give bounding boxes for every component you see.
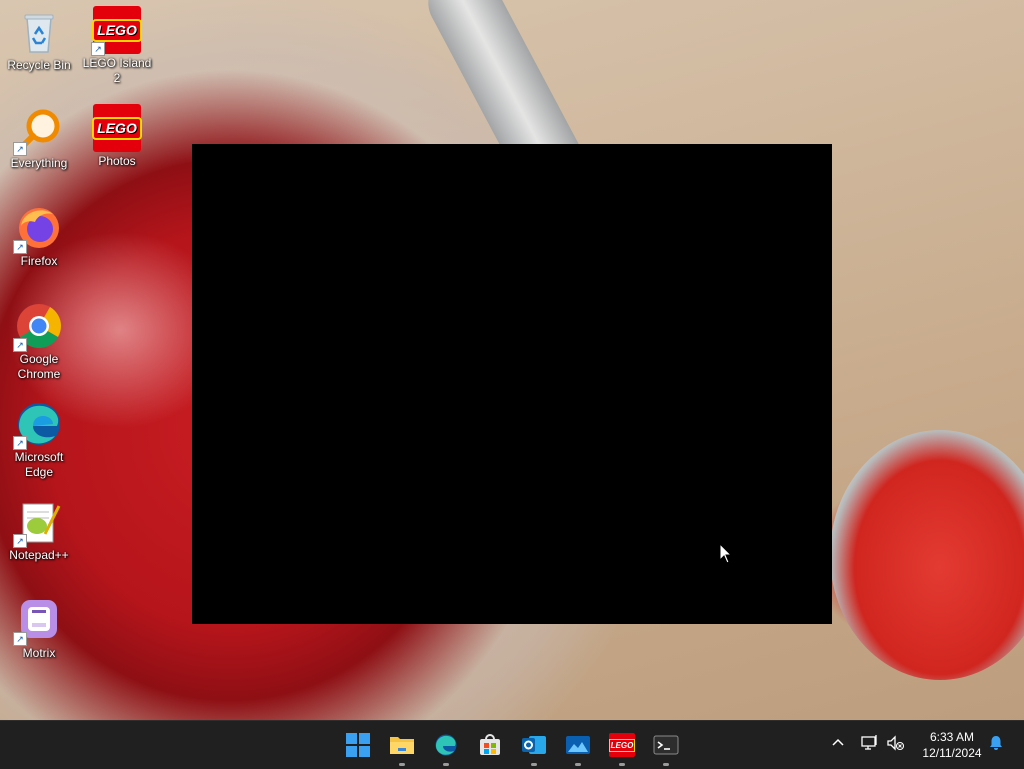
show-hidden-icons-chevron-up-icon[interactable] — [828, 735, 848, 755]
desktop-icon-label: Everything — [10, 156, 68, 170]
notepadpp-icon: ↗ — [13, 498, 63, 548]
desktop-icon-everything[interactable]: ↗ Everything — [2, 106, 76, 171]
shortcut-arrow-icon: ↗ — [13, 534, 27, 548]
running-indicator — [575, 763, 581, 766]
notification-bell-icon[interactable] — [986, 735, 1006, 755]
edge-icon — [435, 734, 457, 756]
taskbar-start-button[interactable] — [342, 729, 374, 761]
running-indicator — [663, 763, 669, 766]
desktop-icon-label: LEGO Island 2 — [82, 56, 152, 85]
running-indicator — [443, 763, 449, 766]
taskbar-lego-island[interactable]: LEGO — [606, 729, 638, 766]
clock-time: 6:33 AM — [929, 730, 975, 744]
desktop-icon-google-chrome[interactable]: ↗ Google Chrome — [2, 302, 76, 382]
taskbar-terminal[interactable] — [650, 729, 682, 766]
lego-icon: LEGO — [608, 733, 636, 757]
taskbar-edge[interactable] — [430, 729, 462, 766]
desktop-icon-firefox[interactable]: ↗ Firefox — [2, 204, 76, 269]
desktop-icon-motrix[interactable]: ↗ Motrix — [2, 596, 76, 661]
desktop-icon-notepadpp[interactable]: ↗ Notepad++ — [2, 498, 76, 563]
wallpaper-spoon-bowl — [830, 430, 1024, 680]
shortcut-arrow-icon: ↗ — [13, 632, 27, 646]
taskbar-store[interactable] — [474, 729, 506, 761]
lego-icon: LEGO ↗ — [91, 6, 142, 56]
firefox-icon: ↗ — [13, 204, 63, 254]
folder-icon — [390, 737, 414, 754]
desktop-icon-lego-island-2[interactable]: LEGO ↗ LEGO Island 2 — [80, 6, 154, 86]
shortcut-arrow-icon: ↗ — [13, 338, 27, 352]
chrome-icon: ↗ — [13, 302, 63, 352]
desktop-icon-microsoft-edge[interactable]: ↗ Microsoft Edge — [2, 400, 76, 480]
shortcut-arrow-icon: ↗ — [13, 142, 27, 156]
lego-icon: LEGO — [92, 104, 142, 152]
desktop-icon-recycle-bin[interactable]: Recycle Bin — [2, 8, 76, 73]
shortcut-arrow-icon: ↗ — [91, 42, 105, 56]
volume-muted-icon[interactable] — [886, 735, 906, 755]
desktop-icon-label: Microsoft Edge — [14, 450, 64, 479]
running-indicator — [619, 763, 625, 766]
terminal-icon — [653, 735, 679, 755]
magnifier-icon: ↗ — [13, 106, 63, 156]
taskbar: LEGO 6:33 AM 12/11/2024 — [0, 720, 1024, 769]
desktop-icon-label: Notepad++ — [9, 548, 69, 562]
desktop-icon-label: Recycle Bin — [7, 58, 71, 72]
recycle-bin-icon — [15, 8, 63, 56]
photos-icon — [566, 736, 590, 754]
windows-start-icon — [346, 733, 370, 757]
taskbar-outlook[interactable] — [518, 729, 550, 766]
desktop-icon-label: Photos — [98, 154, 136, 168]
desktop-icon-label: Motrix — [22, 646, 56, 660]
motrix-icon: ↗ — [13, 596, 63, 646]
desktop-icon-photos[interactable]: LEGO Photos — [80, 104, 154, 169]
outlook-icon — [522, 736, 546, 754]
mouse-cursor-icon — [719, 542, 733, 570]
desktop-icon-label: Firefox — [20, 254, 58, 268]
running-indicator — [531, 763, 537, 766]
edge-icon: ↗ — [13, 400, 63, 450]
taskbar-clock[interactable]: 6:33 AM 12/11/2024 — [912, 729, 992, 761]
store-icon — [480, 734, 500, 755]
taskbar-file-explorer[interactable] — [386, 729, 418, 766]
clock-date: 12/11/2024 — [922, 746, 982, 760]
taskbar-photo-viewer[interactable] — [562, 729, 594, 766]
running-indicator — [399, 763, 405, 766]
desktop-icon-label: Google Chrome — [17, 352, 61, 381]
network-icon[interactable] — [860, 735, 880, 755]
app-window-black[interactable] — [192, 144, 832, 624]
shortcut-arrow-icon: ↗ — [13, 436, 27, 450]
shortcut-arrow-icon: ↗ — [13, 240, 27, 254]
